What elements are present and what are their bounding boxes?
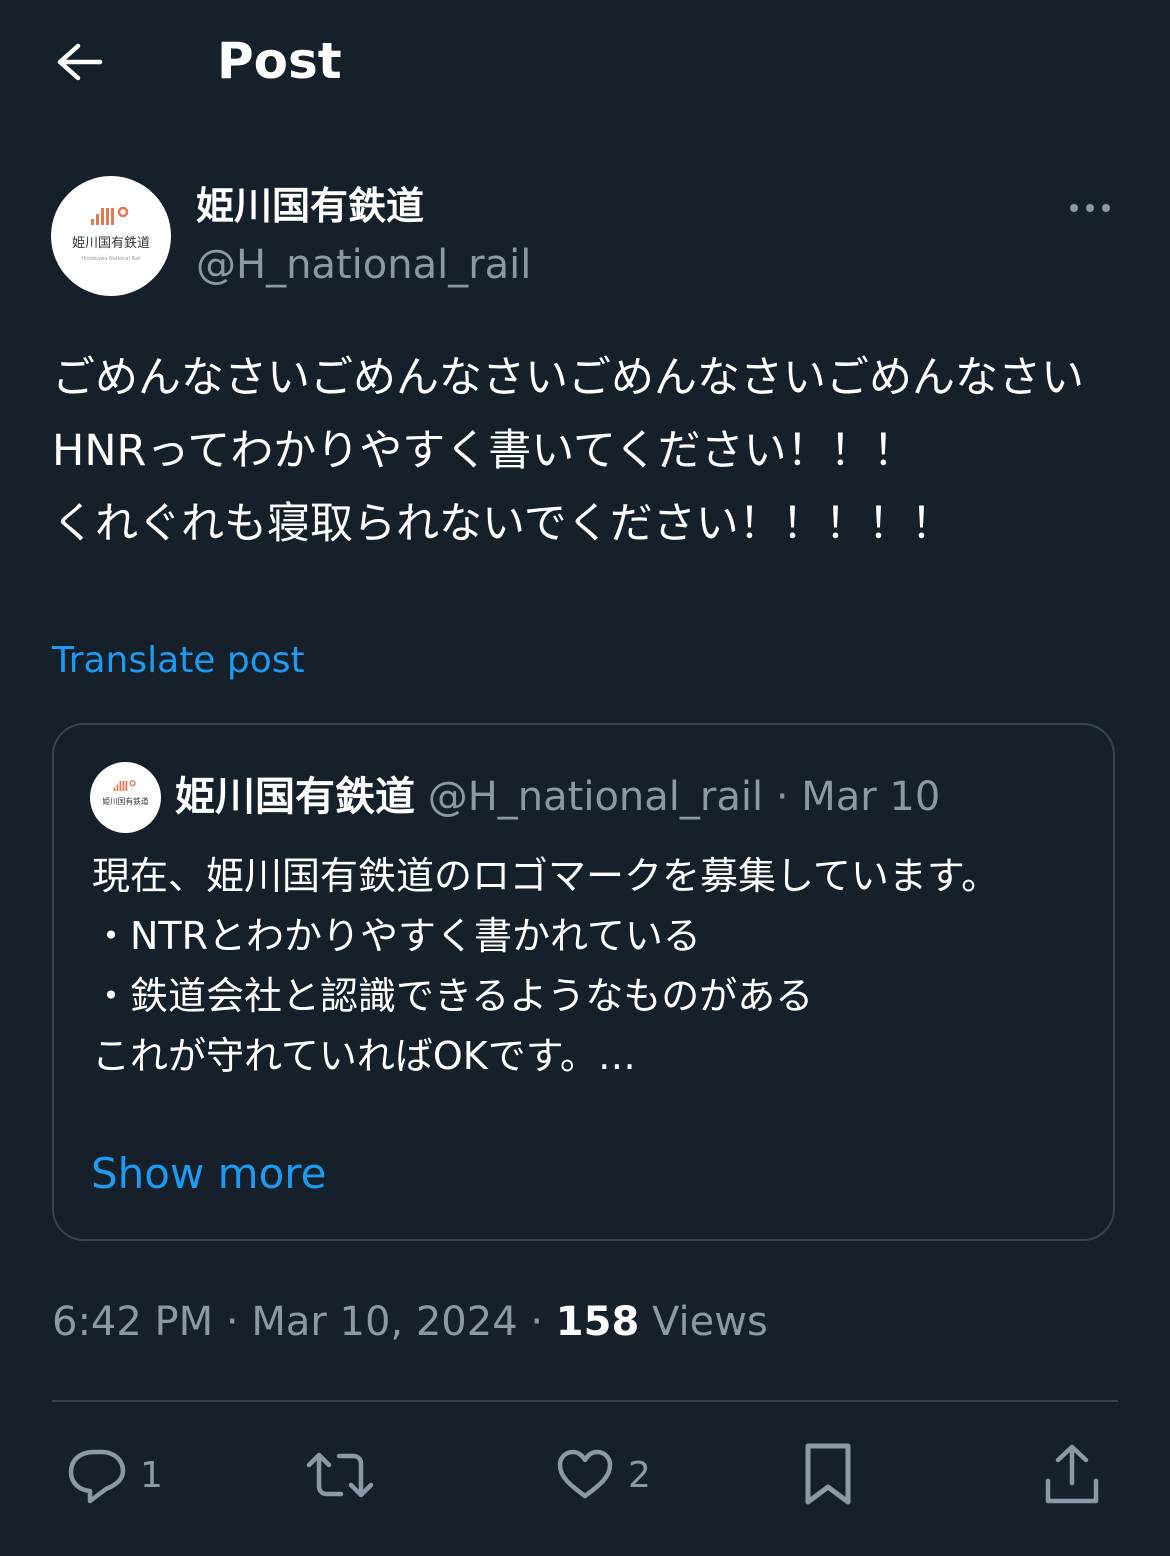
author-handle[interactable]: @H_national_rail	[196, 238, 531, 292]
reply-count: 1	[140, 1454, 163, 1496]
like-count: 2	[628, 1454, 651, 1496]
separator-dot: ·	[225, 1299, 239, 1345]
quoted-post-text: 現在、姫川国有鉄道のロゴマークを募集しています。 ・NTRとわかりやすく書かれて…	[92, 854, 1000, 1078]
show-more-link[interactable]: Show more	[91, 1146, 326, 1202]
separator-dot: ·	[530, 1299, 544, 1345]
share-button[interactable]	[1042, 1440, 1102, 1510]
heart-icon	[557, 1449, 613, 1499]
post-text: ごめんなさいごめんなさいごめんなさいごめんなさい HNRってわかりやすく書いてく…	[52, 353, 1084, 549]
railway-logo-icon: 姫川国有鉄道 Himekawa National Rail	[72, 206, 150, 262]
bookmark-icon	[805, 1443, 851, 1505]
post-meta: 6:42 PM · Mar 10, 2024 · 158 Views	[52, 1293, 768, 1351]
svg-text:Himekawa National Rail: Himekawa National Rail	[81, 256, 140, 262]
repost-icon	[306, 1452, 374, 1498]
railway-logo-icon: 姫川国有鉄道	[102, 780, 149, 806]
views-count[interactable]: 158	[556, 1299, 640, 1345]
quoted-post-header: 姫川国有鉄道 @H_national_rail · Mar 10	[175, 770, 940, 824]
svg-text:姫川国有鉄道: 姫川国有鉄道	[72, 236, 150, 251]
author-display-name[interactable]: 姫川国有鉄道	[196, 180, 424, 232]
more-horizontal-icon	[1070, 204, 1110, 212]
more-options-button[interactable]	[1060, 188, 1120, 228]
share-icon	[1045, 1444, 1099, 1504]
reply-icon	[68, 1449, 126, 1504]
like-button[interactable]: 2	[554, 1440, 651, 1510]
bookmark-button[interactable]	[800, 1440, 856, 1510]
views-label: Views	[652, 1299, 768, 1345]
post-date: Mar 10, 2024	[251, 1299, 518, 1345]
page-title: Post	[217, 32, 342, 90]
quoted-display-name: 姫川国有鉄道	[175, 774, 415, 820]
quoted-date: Mar 10	[801, 774, 941, 820]
back-button[interactable]	[50, 36, 108, 88]
post-time: 6:42 PM	[52, 1299, 214, 1345]
repost-button[interactable]	[305, 1440, 375, 1510]
divider	[52, 1400, 1118, 1402]
avatar[interactable]: 姫川国有鉄道 Himekawa National Rail	[51, 176, 171, 296]
reply-button[interactable]: 1	[66, 1440, 163, 1510]
arrow-left-icon	[57, 43, 103, 81]
translate-post-link[interactable]: Translate post	[52, 634, 305, 688]
separator-dot: ·	[775, 774, 789, 820]
svg-text:姫川国有鉄道: 姫川国有鉄道	[102, 796, 148, 806]
quoted-avatar: 姫川国有鉄道	[90, 762, 161, 833]
quoted-handle: @H_national_rail	[427, 774, 764, 820]
